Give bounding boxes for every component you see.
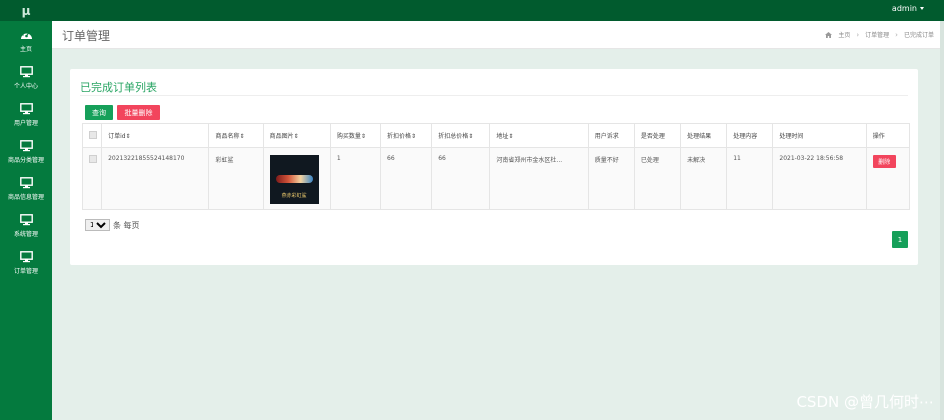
user-name: admin	[891, 4, 917, 13]
scrollbar[interactable]	[940, 21, 944, 420]
monitor-icon	[19, 66, 33, 78]
order-table: 订单id⇕ 商品名称⇕ 商品图片⇕ 购买数量⇕ 折扣价格⇕ 折扣总价格⇕ 地址⇕…	[81, 123, 911, 210]
logo: μ	[21, 3, 31, 18]
breadcrumb: 主页 › 订单管理 › 已完成订单	[825, 30, 934, 39]
monitor-icon	[19, 214, 33, 226]
order-id-cell: 20213221855524148170	[101, 147, 210, 210]
handled-cell: 已处理	[633, 147, 682, 210]
sidebar-item-label: 主页	[19, 46, 32, 53]
column-header[interactable]: 地址⇕	[489, 123, 589, 148]
table-row: 20213221855524148170 彩虹鲨 燕赤彩虹鲨 1 66 66 河…	[81, 147, 911, 210]
sidebar-item-profile[interactable]: 个人中心	[0, 62, 52, 98]
sidebar-item-label: 商品分类管理	[7, 157, 44, 164]
column-header[interactable]: 折扣价格⇕	[380, 123, 433, 148]
address-cell: 河南省郑州市金水区杜...	[489, 147, 589, 210]
column-header[interactable]: 购买数量⇕	[329, 123, 382, 148]
product-name-cell: 彩虹鲨	[208, 147, 264, 210]
image-caption: 燕赤彩虹鲨	[281, 193, 307, 199]
delete-button[interactable]: 删除	[872, 155, 896, 168]
column-header: 是否处理	[633, 123, 682, 148]
time-cell: 2021-03-22 18:56:58	[772, 147, 867, 210]
column-header: 处理内容	[726, 123, 774, 148]
watermark: CSDN @曾几何时⋯	[796, 393, 934, 411]
chevron-right-icon: ›	[895, 30, 898, 39]
actions-cell: 删除	[865, 147, 911, 210]
sidebar-item-users[interactable]: 用户管理	[0, 99, 52, 135]
discount-price-cell: 66	[380, 147, 433, 210]
product-image-cell: 燕赤彩虹鲨	[262, 147, 331, 210]
column-header: 操作	[865, 123, 911, 148]
divider	[80, 95, 908, 96]
user-request-cell: 质量不好	[587, 147, 635, 210]
sidebar: 主页 个人中心 用户管理 商品分类管理 商品信息管理 系统管理 订单管理	[0, 21, 52, 420]
sidebar-item-category[interactable]: 商品分类管理	[0, 136, 52, 172]
breadcrumb-orders[interactable]: 订单管理	[865, 30, 889, 39]
row-select-cell	[81, 147, 103, 210]
quantity-cell: 1	[329, 147, 382, 210]
sidebar-item-label: 用户管理	[13, 120, 38, 127]
column-header: 处理时间	[772, 123, 867, 148]
page-header: 订单管理 主页 › 订单管理 › 已完成订单	[52, 21, 944, 49]
column-header[interactable]: 订单id⇕	[101, 123, 210, 148]
breadcrumb-home[interactable]: 主页	[838, 30, 850, 39]
top-bar: μ admin	[0, 0, 944, 21]
sidebar-item-label: 商品信息管理	[7, 194, 44, 201]
column-header[interactable]: 商品名称⇕	[208, 123, 264, 148]
monitor-icon	[19, 140, 33, 152]
panel-title: 已完成订单列表	[80, 81, 157, 94]
chevron-right-icon: ›	[856, 30, 860, 39]
user-menu[interactable]: admin	[892, 4, 924, 13]
row-checkbox[interactable]	[89, 155, 97, 163]
monitor-icon	[19, 177, 33, 189]
sidebar-item-label: 订单管理	[13, 268, 38, 275]
monitor-icon	[19, 103, 33, 115]
caret-down-icon	[920, 7, 924, 10]
product-image[interactable]: 燕赤彩虹鲨	[269, 155, 319, 204]
select-all-checkbox[interactable]	[89, 130, 97, 139]
page-size-control: 10 条 每页	[85, 219, 140, 231]
table-header-row: 订单id⇕ 商品名称⇕ 商品图片⇕ 购买数量⇕ 折扣价格⇕ 折扣总价格⇕ 地址⇕…	[81, 123, 911, 148]
page-size-suffix: 条 每页	[113, 220, 140, 230]
page-title: 订单管理	[62, 29, 111, 43]
sidebar-item-orders[interactable]: 订单管理	[0, 247, 52, 283]
content-cell: 11	[726, 147, 774, 210]
column-header: 用户诉求	[587, 123, 635, 148]
monitor-icon	[19, 251, 33, 263]
discount-total-cell: 66	[431, 147, 491, 210]
batch-delete-button[interactable]: 批量删除	[117, 105, 160, 120]
select-all-cell	[81, 123, 103, 148]
column-header[interactable]: 折扣总价格⇕	[431, 123, 491, 148]
result-cell: 未解决	[680, 147, 728, 210]
fish-graphic	[275, 175, 313, 183]
dashboard-icon	[20, 30, 32, 39]
sidebar-item-products[interactable]: 商品信息管理	[0, 173, 52, 209]
column-header[interactable]: 商品图片⇕	[262, 123, 331, 148]
home-icon	[825, 31, 833, 38]
order-list-panel: 已完成订单列表 查询 批量删除 订单id⇕ 商品名称⇕ 商品图片⇕ 购买数量⇕ …	[70, 69, 918, 265]
sidebar-item-home[interactable]: 主页	[0, 25, 52, 61]
query-button[interactable]: 查询	[85, 105, 113, 120]
pagination-current-page[interactable]: 1	[892, 231, 908, 248]
breadcrumb-current: 已完成订单	[903, 32, 934, 39]
page-size-select[interactable]: 10	[85, 219, 110, 231]
sidebar-item-label: 系统管理	[13, 231, 38, 238]
column-header: 处理结果	[680, 123, 728, 148]
sidebar-item-label: 个人中心	[13, 83, 38, 90]
sidebar-item-system[interactable]: 系统管理	[0, 210, 52, 246]
